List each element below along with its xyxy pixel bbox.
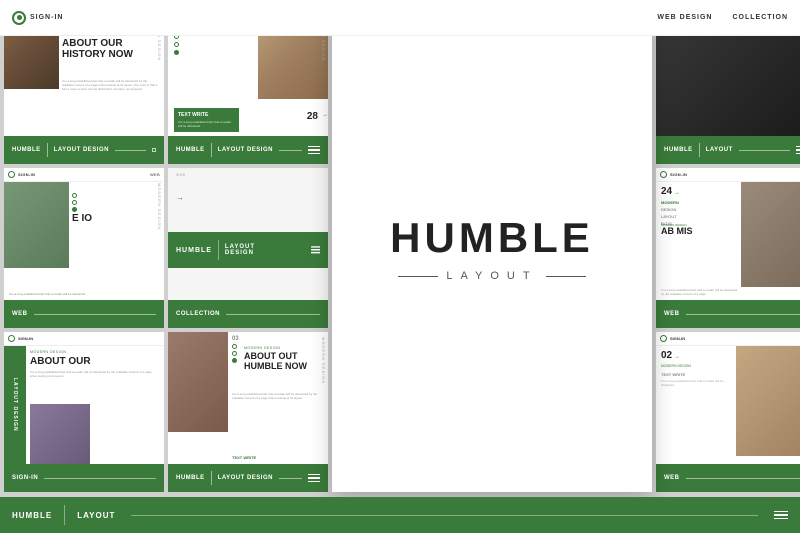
slide-3-bar: HUMBLE LAYOUT [656, 136, 800, 164]
slide-8-body: It is a long established fact that a rea… [232, 392, 323, 400]
slide-5[interactable]: HUMBLE LAYOUT DESIGN WEB → COLLECTION [168, 168, 328, 328]
slide-8-number: 03 [232, 336, 239, 342]
slide-7-topbar: SIGN-IN [4, 332, 164, 346]
slide-4-photo [4, 168, 69, 268]
slide-5-bar: COLLECTION [168, 300, 328, 328]
slide-6[interactable]: SIGN-IN WEB 24 → MODERN DESIGN LAYOUT BL… [656, 168, 800, 328]
slide-4-body: It is a long established fact that a rea… [9, 292, 96, 296]
slide-2-textwrite-box: TEXT WRITE It is a long established fact… [174, 108, 239, 132]
slide-6-bar: WEB [656, 300, 800, 328]
slide-4-text: E IO [72, 213, 159, 224]
center-logo-icon [12, 11, 26, 25]
center-signin: SIGN-IN [30, 14, 63, 21]
slide-6-heading: AB MIS [661, 227, 731, 237]
slide-8-title-area: MODERN DESIGN ABOUT OUT HUMBLE NOW [244, 346, 323, 372]
slide-grid: MODERN DESIGN LAYOUT BLOG 22 04 MODERN D… [0, 0, 800, 533]
slide-4-vertical: MODERN DESIGN [157, 183, 162, 298]
center-webdesign: WEB DESIGN [657, 14, 712, 21]
slide-6-body: It is a long established fact that a rea… [661, 288, 738, 296]
center-title: HUMBLE [390, 214, 594, 262]
slide-6-heading-area: MODERN DESIGN AB MIS [661, 223, 731, 237]
slide-4-topbar: SIGN-IN WEB [4, 168, 164, 182]
center-subtitle: LAYOUT [398, 270, 585, 282]
slide-7-bar: SIGN-IN [4, 464, 164, 492]
slide-5-top: WEB [176, 173, 323, 177]
slide-9-photo [736, 346, 800, 456]
slide-7-photo [30, 404, 90, 464]
slide-2-number3: 28 [307, 111, 318, 122]
slide-4-bar: WEB [4, 300, 164, 328]
slide-center: SIGN-IN WEB DESIGN COLLECTION HUMBLE LAY… [332, 4, 652, 492]
slide-2-bar: HUMBLE LAYOUT DESIGN [168, 136, 328, 164]
slide-6-photo [741, 182, 800, 287]
slide-5-greenbar: HUMBLE LAYOUT DESIGN [168, 232, 328, 268]
slide-6-number: 24 [661, 186, 672, 197]
center-content: HUMBLE LAYOUT [390, 4, 594, 492]
center-bottombar: HUMBLE LAYOUT [0, 497, 800, 533]
slide-4[interactable]: 26 → E IO It is a long established fact … [4, 168, 164, 328]
slide-1-body: It is a long established fact that a rea… [62, 79, 159, 92]
slide-9-topbar: SIGN-IN WEB [656, 332, 800, 346]
slide-2-vdots [174, 34, 179, 55]
slide-9-bar: WEB [656, 464, 800, 492]
slide-8-bar: HUMBLE LAYOUT DESIGN [168, 464, 328, 492]
slide-9-text: TEXT WRITE It is a long established fact… [661, 372, 731, 387]
slide-7[interactable]: SIGN-IN LAYOUT DESIGN MODERN DESIGN ABOU… [4, 332, 164, 492]
center-topbar: SIGN-IN WEB DESIGN COLLECTION [0, 0, 800, 36]
slide-1-bar: HUMBLE LAYOUT DESIGN [4, 136, 164, 164]
slide-6-topbar: SIGN-IN WEB [656, 168, 800, 182]
slide-1-heading: ABOUT OUR HISTORY NOW [62, 38, 142, 60]
slide-1-title-area: MODERN DESIGN ABOUT OUR HISTORY NOW [62, 32, 142, 60]
slide-9-number: 02 [661, 350, 672, 361]
slide-8-textwrite: TEXT WRITE [232, 455, 256, 460]
center-collection: COLLECTION [733, 14, 789, 21]
slide-8-heading: ABOUT OUT HUMBLE NOW [244, 352, 323, 372]
slide-8[interactable]: 03 MODERN DESIGN ABOUT OUT HUMBLE NOW It… [168, 332, 328, 492]
slide-7-sidebar: LAYOUT DESIGN [4, 346, 26, 464]
slide-9[interactable]: SIGN-IN WEB 02 → MODERN DESIGN TEXT WRIT… [656, 332, 800, 492]
slide-5-menuicon [311, 246, 320, 254]
slide-8-photo [168, 332, 228, 432]
slide-7-content: MODERN DESIGN ABOUT OUR It is a long est… [30, 350, 159, 378]
slide-4-vdots [72, 193, 77, 212]
slide-8-vdots [232, 344, 237, 363]
slide-8-vertical: MODERN DESIGN [321, 337, 326, 462]
